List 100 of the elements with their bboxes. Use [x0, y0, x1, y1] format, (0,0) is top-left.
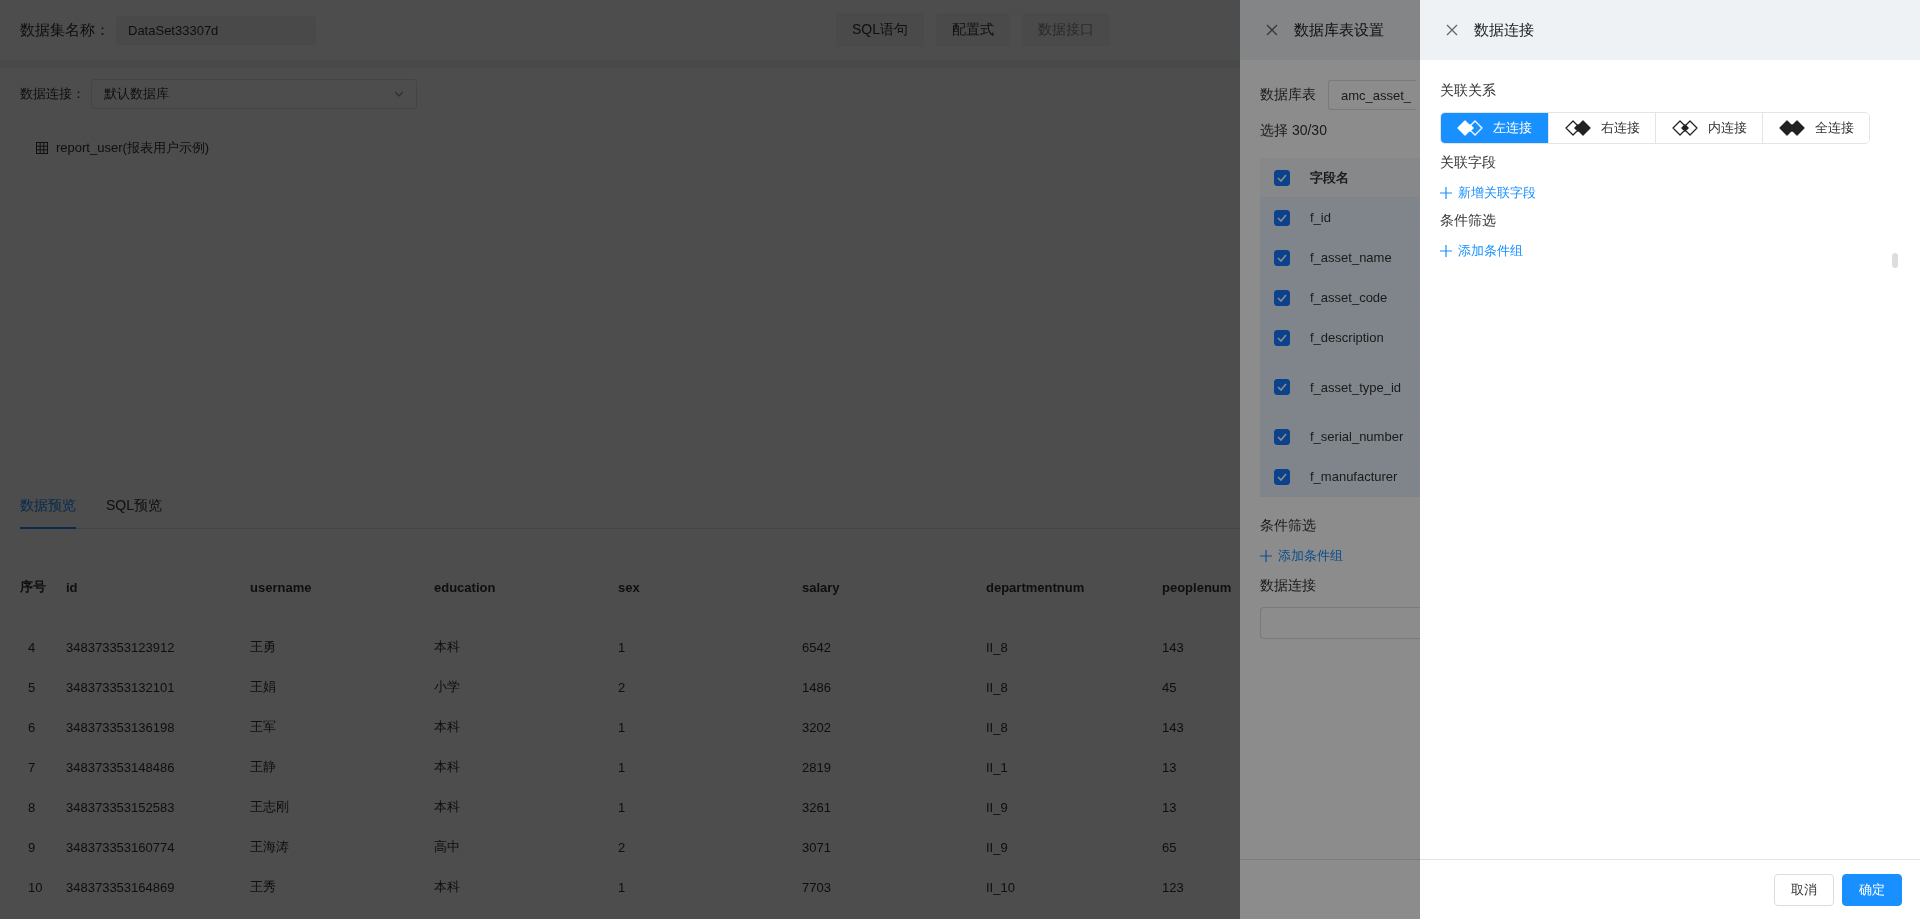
- table-cell-text: 123: [1162, 879, 1185, 895]
- column-header: sex: [618, 579, 641, 595]
- table-cell-text: 王勇: [250, 638, 277, 656]
- section-title: 关联关系: [1440, 82, 1496, 100]
- column-header: education: [434, 579, 497, 595]
- field-name: f_asset_code: [1310, 290, 1388, 305]
- close-icon[interactable]: [1266, 24, 1278, 36]
- table-cell-text: 小学: [434, 678, 461, 696]
- connection-label: 数据连接：: [20, 85, 85, 103]
- table-cell-text: II_9: [986, 839, 1009, 855]
- table-cell-text: 143: [1162, 639, 1185, 655]
- check-icon: [1277, 173, 1287, 182]
- table-icon: [36, 142, 48, 154]
- check-icon: [1277, 383, 1287, 391]
- footer-button[interactable]: 取消: [1774, 873, 1834, 906]
- field-name: f_serial_number: [1310, 429, 1404, 444]
- table-cell-text: 9: [27, 839, 37, 855]
- table-cell-text: II_9: [986, 799, 1009, 815]
- column-header: peoplenum: [1162, 579, 1233, 595]
- table-cell-text: 王秀: [250, 878, 277, 896]
- table-cell-text: 348373353164869: [66, 879, 176, 895]
- table-cell-text: 王海涛: [250, 838, 290, 856]
- checkbox[interactable]: [1274, 209, 1290, 226]
- table-name[interactable]: report_user(报表用户示例): [56, 139, 210, 157]
- checkbox[interactable]: [1274, 169, 1290, 186]
- table-cell-text: 13: [1162, 799, 1178, 815]
- table-cell-text: 3071: [802, 839, 832, 855]
- table-cell-text: 1: [618, 879, 627, 895]
- selection-count: 选择 30/30: [1260, 122, 1327, 140]
- table-cell-text: 本科: [434, 758, 461, 776]
- table-cell-text: 7: [27, 759, 37, 775]
- table-label: 数据库表: [1260, 86, 1316, 104]
- table-cell-text: 王静: [250, 758, 277, 776]
- table-cell-text: 3202: [802, 719, 832, 735]
- table-cell-text: 348373353160774: [66, 839, 176, 855]
- column-header: departmentnum: [986, 579, 1086, 595]
- column-header: id: [66, 579, 79, 595]
- checkbox[interactable]: [1274, 329, 1290, 346]
- dataset-name-label: 数据集名称：: [20, 20, 110, 40]
- plus-icon: [1260, 550, 1272, 562]
- table-cell-text: 4: [27, 639, 37, 655]
- close-icon[interactable]: [1446, 24, 1458, 36]
- table-cell-text: 348373353136198: [66, 719, 176, 735]
- drawer-title: 数据库表设置: [1294, 20, 1384, 40]
- table-cell-text: 2: [618, 679, 627, 695]
- join-icon: [1671, 120, 1698, 136]
- checkbox[interactable]: [1274, 249, 1290, 266]
- section-title: 条件筛选: [1260, 517, 1316, 535]
- table-cell-text: 1: [618, 799, 627, 815]
- field-name: f_asset_type_id: [1310, 379, 1402, 395]
- table-cell-text: 7703: [802, 879, 832, 895]
- section-title: 条件筛选: [1440, 212, 1496, 230]
- add-group-link[interactable]: 添加条件组: [1260, 547, 1343, 565]
- plus-icon: [1440, 187, 1452, 199]
- drawer-title: 数据连接: [1474, 20, 1534, 40]
- scrollbar-thumb[interactable]: [1892, 253, 1898, 268]
- table-cell-text: 348373353132101: [66, 679, 176, 695]
- table-cell-text: 10: [27, 879, 44, 895]
- preview-tab[interactable]: SQL预览: [106, 497, 162, 529]
- table-cell-text: 本科: [434, 878, 461, 896]
- table-cell-text: 本科: [434, 798, 461, 816]
- table-cell-text: II_8: [986, 639, 1009, 655]
- table-cell-text: II_8: [986, 719, 1009, 735]
- checkbox[interactable]: [1274, 289, 1290, 306]
- section-title: 关联字段: [1440, 154, 1496, 172]
- column-header: salary: [802, 579, 841, 595]
- table-cell-text: 65: [1162, 839, 1178, 855]
- table-cell-text: 1486: [802, 679, 832, 695]
- join-icon: [1457, 120, 1483, 136]
- column-header: username: [250, 579, 313, 595]
- join-option[interactable]: 左连接: [1441, 113, 1548, 143]
- table-cell-text: II_10: [986, 879, 1016, 895]
- checkbox[interactable]: [1274, 468, 1290, 485]
- join-icon: [1778, 120, 1805, 136]
- table-cell-text: 3261: [802, 799, 832, 815]
- table-cell-text: 本科: [434, 638, 461, 656]
- check-icon: [1277, 432, 1287, 441]
- add-field-link[interactable]: 新增关联字段: [1440, 184, 1536, 202]
- add-group-link[interactable]: 添加条件组: [1440, 242, 1523, 260]
- join-option[interactable]: 全连接: [1762, 113, 1869, 143]
- table-cell-text: 1: [618, 639, 627, 655]
- section-title: 数据连接: [1260, 577, 1316, 595]
- checkbox[interactable]: [1274, 428, 1290, 445]
- check-icon: [1277, 472, 1287, 481]
- join-icon: [1564, 120, 1591, 136]
- footer-button[interactable]: 确定: [1842, 873, 1902, 906]
- connection-select[interactable]: 默认数据库: [91, 79, 417, 109]
- table-cell-text: 45: [1162, 679, 1178, 695]
- checkbox[interactable]: [1274, 379, 1290, 395]
- preview-tab[interactable]: 数据预览: [20, 497, 76, 529]
- table-cell-text: 8: [27, 799, 37, 815]
- table-select[interactable]: amc_asset_: [1328, 80, 1416, 110]
- check-icon: [1277, 253, 1287, 262]
- table-cell-text: 6542: [802, 639, 832, 655]
- check-icon: [1277, 293, 1287, 302]
- table-cell-text: II_1: [986, 759, 1009, 775]
- table-cell-text: 5: [27, 679, 37, 695]
- dataset-name-field[interactable]: DataSet33307d: [116, 15, 316, 45]
- field-name: f_id: [1310, 210, 1331, 225]
- field-name: f_description: [1310, 330, 1384, 345]
